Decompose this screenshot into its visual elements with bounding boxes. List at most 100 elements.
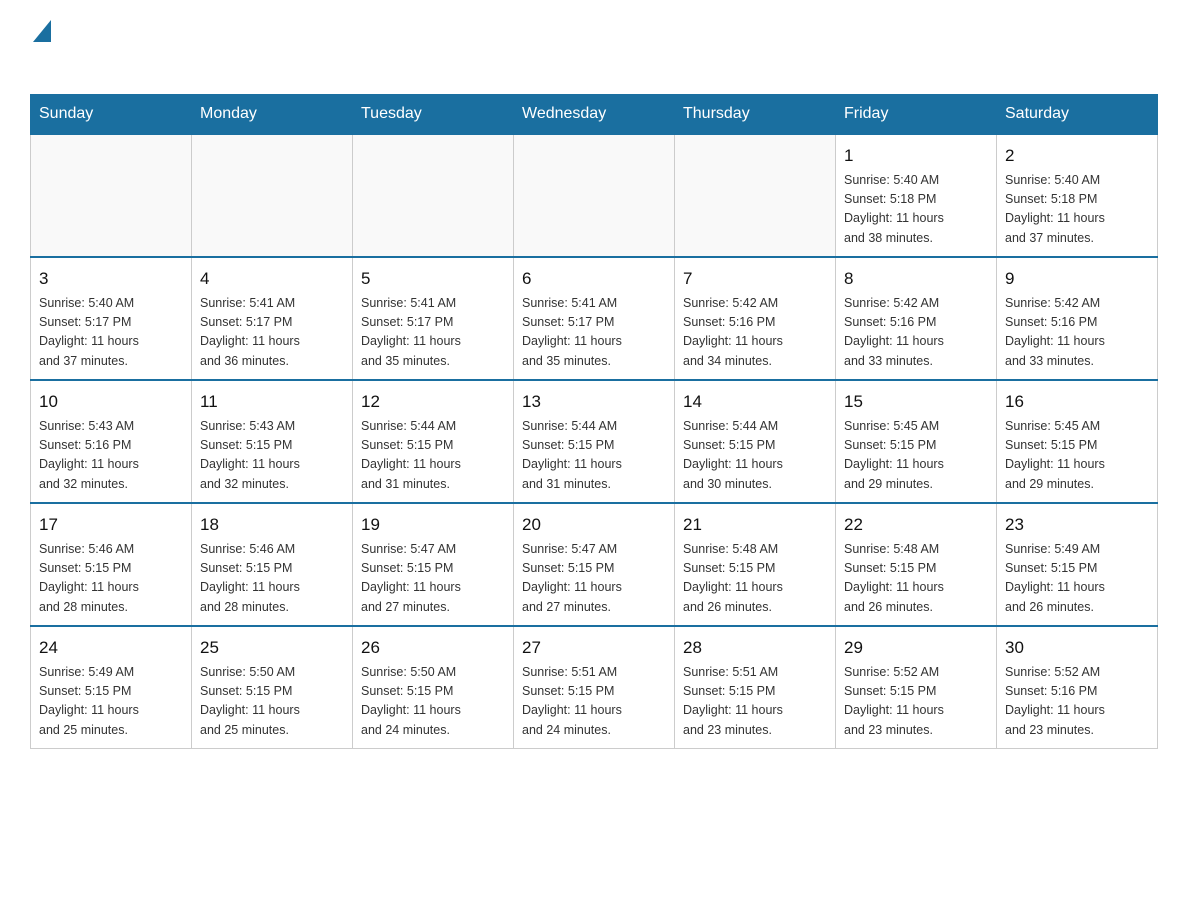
calendar-cell: 14Sunrise: 5:44 AM Sunset: 5:15 PM Dayli… [675, 380, 836, 503]
day-number: 11 [200, 389, 344, 415]
day-info: Sunrise: 5:47 AM Sunset: 5:15 PM Dayligh… [522, 540, 666, 618]
day-number: 1 [844, 143, 988, 169]
day-number: 14 [683, 389, 827, 415]
day-number: 23 [1005, 512, 1149, 538]
day-info: Sunrise: 5:41 AM Sunset: 5:17 PM Dayligh… [361, 294, 505, 372]
day-number: 5 [361, 266, 505, 292]
calendar-cell: 22Sunrise: 5:48 AM Sunset: 5:15 PM Dayli… [836, 503, 997, 626]
calendar-cell: 25Sunrise: 5:50 AM Sunset: 5:15 PM Dayli… [192, 626, 353, 749]
calendar-cell: 13Sunrise: 5:44 AM Sunset: 5:15 PM Dayli… [514, 380, 675, 503]
day-number: 30 [1005, 635, 1149, 661]
day-info: Sunrise: 5:42 AM Sunset: 5:16 PM Dayligh… [1005, 294, 1149, 372]
day-info: Sunrise: 5:51 AM Sunset: 5:15 PM Dayligh… [522, 663, 666, 741]
day-info: Sunrise: 5:41 AM Sunset: 5:17 PM Dayligh… [200, 294, 344, 372]
weekday-header-saturday: Saturday [997, 95, 1158, 135]
day-info: Sunrise: 5:51 AM Sunset: 5:15 PM Dayligh… [683, 663, 827, 741]
calendar-cell [192, 134, 353, 257]
calendar-cell: 26Sunrise: 5:50 AM Sunset: 5:15 PM Dayli… [353, 626, 514, 749]
calendar-cell: 28Sunrise: 5:51 AM Sunset: 5:15 PM Dayli… [675, 626, 836, 749]
calendar-cell: 18Sunrise: 5:46 AM Sunset: 5:15 PM Dayli… [192, 503, 353, 626]
logo [30, 20, 53, 74]
day-info: Sunrise: 5:40 AM Sunset: 5:18 PM Dayligh… [844, 171, 988, 249]
day-info: Sunrise: 5:44 AM Sunset: 5:15 PM Dayligh… [522, 417, 666, 495]
calendar-cell [353, 134, 514, 257]
day-number: 28 [683, 635, 827, 661]
day-info: Sunrise: 5:42 AM Sunset: 5:16 PM Dayligh… [844, 294, 988, 372]
day-info: Sunrise: 5:47 AM Sunset: 5:15 PM Dayligh… [361, 540, 505, 618]
calendar-week-row: 17Sunrise: 5:46 AM Sunset: 5:15 PM Dayli… [31, 503, 1158, 626]
day-number: 29 [844, 635, 988, 661]
weekday-header-tuesday: Tuesday [353, 95, 514, 135]
calendar-cell: 8Sunrise: 5:42 AM Sunset: 5:16 PM Daylig… [836, 257, 997, 380]
calendar-week-row: 1Sunrise: 5:40 AM Sunset: 5:18 PM Daylig… [31, 134, 1158, 257]
calendar-week-row: 24Sunrise: 5:49 AM Sunset: 5:15 PM Dayli… [31, 626, 1158, 749]
day-number: 3 [39, 266, 183, 292]
day-number: 19 [361, 512, 505, 538]
calendar-cell: 29Sunrise: 5:52 AM Sunset: 5:15 PM Dayli… [836, 626, 997, 749]
day-number: 22 [844, 512, 988, 538]
calendar-cell: 4Sunrise: 5:41 AM Sunset: 5:17 PM Daylig… [192, 257, 353, 380]
day-number: 7 [683, 266, 827, 292]
weekday-header-sunday: Sunday [31, 95, 192, 135]
day-info: Sunrise: 5:43 AM Sunset: 5:15 PM Dayligh… [200, 417, 344, 495]
calendar-cell: 1Sunrise: 5:40 AM Sunset: 5:18 PM Daylig… [836, 134, 997, 257]
calendar-cell: 9Sunrise: 5:42 AM Sunset: 5:16 PM Daylig… [997, 257, 1158, 380]
day-info: Sunrise: 5:48 AM Sunset: 5:15 PM Dayligh… [683, 540, 827, 618]
calendar-cell: 3Sunrise: 5:40 AM Sunset: 5:17 PM Daylig… [31, 257, 192, 380]
day-number: 4 [200, 266, 344, 292]
day-info: Sunrise: 5:48 AM Sunset: 5:15 PM Dayligh… [844, 540, 988, 618]
day-number: 20 [522, 512, 666, 538]
day-info: Sunrise: 5:45 AM Sunset: 5:15 PM Dayligh… [1005, 417, 1149, 495]
day-number: 15 [844, 389, 988, 415]
day-info: Sunrise: 5:50 AM Sunset: 5:15 PM Dayligh… [361, 663, 505, 741]
calendar-header-row: SundayMondayTuesdayWednesdayThursdayFrid… [31, 95, 1158, 135]
calendar-cell: 27Sunrise: 5:51 AM Sunset: 5:15 PM Dayli… [514, 626, 675, 749]
day-number: 25 [200, 635, 344, 661]
page-header [30, 20, 1158, 74]
weekday-header-monday: Monday [192, 95, 353, 135]
day-info: Sunrise: 5:49 AM Sunset: 5:15 PM Dayligh… [1005, 540, 1149, 618]
calendar-cell: 17Sunrise: 5:46 AM Sunset: 5:15 PM Dayli… [31, 503, 192, 626]
weekday-header-friday: Friday [836, 95, 997, 135]
calendar-cell: 15Sunrise: 5:45 AM Sunset: 5:15 PM Dayli… [836, 380, 997, 503]
calendar-cell [514, 134, 675, 257]
calendar-cell: 23Sunrise: 5:49 AM Sunset: 5:15 PM Dayli… [997, 503, 1158, 626]
weekday-header-thursday: Thursday [675, 95, 836, 135]
day-number: 17 [39, 512, 183, 538]
day-number: 18 [200, 512, 344, 538]
calendar-cell: 19Sunrise: 5:47 AM Sunset: 5:15 PM Dayli… [353, 503, 514, 626]
day-info: Sunrise: 5:50 AM Sunset: 5:15 PM Dayligh… [200, 663, 344, 741]
day-number: 2 [1005, 143, 1149, 169]
day-info: Sunrise: 5:44 AM Sunset: 5:15 PM Dayligh… [683, 417, 827, 495]
calendar-cell: 11Sunrise: 5:43 AM Sunset: 5:15 PM Dayli… [192, 380, 353, 503]
day-info: Sunrise: 5:52 AM Sunset: 5:15 PM Dayligh… [844, 663, 988, 741]
day-info: Sunrise: 5:49 AM Sunset: 5:15 PM Dayligh… [39, 663, 183, 741]
day-info: Sunrise: 5:43 AM Sunset: 5:16 PM Dayligh… [39, 417, 183, 495]
day-info: Sunrise: 5:52 AM Sunset: 5:16 PM Dayligh… [1005, 663, 1149, 741]
calendar-week-row: 3Sunrise: 5:40 AM Sunset: 5:17 PM Daylig… [31, 257, 1158, 380]
day-info: Sunrise: 5:40 AM Sunset: 5:18 PM Dayligh… [1005, 171, 1149, 249]
day-info: Sunrise: 5:41 AM Sunset: 5:17 PM Dayligh… [522, 294, 666, 372]
calendar-cell: 5Sunrise: 5:41 AM Sunset: 5:17 PM Daylig… [353, 257, 514, 380]
day-number: 13 [522, 389, 666, 415]
calendar-cell: 30Sunrise: 5:52 AM Sunset: 5:16 PM Dayli… [997, 626, 1158, 749]
day-number: 26 [361, 635, 505, 661]
day-number: 12 [361, 389, 505, 415]
day-info: Sunrise: 5:42 AM Sunset: 5:16 PM Dayligh… [683, 294, 827, 372]
day-number: 27 [522, 635, 666, 661]
day-number: 10 [39, 389, 183, 415]
day-info: Sunrise: 5:40 AM Sunset: 5:17 PM Dayligh… [39, 294, 183, 372]
calendar-cell: 12Sunrise: 5:44 AM Sunset: 5:15 PM Dayli… [353, 380, 514, 503]
calendar-cell: 21Sunrise: 5:48 AM Sunset: 5:15 PM Dayli… [675, 503, 836, 626]
day-number: 6 [522, 266, 666, 292]
day-number: 24 [39, 635, 183, 661]
calendar-cell: 10Sunrise: 5:43 AM Sunset: 5:16 PM Dayli… [31, 380, 192, 503]
day-number: 21 [683, 512, 827, 538]
day-number: 8 [844, 266, 988, 292]
day-info: Sunrise: 5:45 AM Sunset: 5:15 PM Dayligh… [844, 417, 988, 495]
day-number: 16 [1005, 389, 1149, 415]
calendar-cell: 6Sunrise: 5:41 AM Sunset: 5:17 PM Daylig… [514, 257, 675, 380]
calendar-cell: 16Sunrise: 5:45 AM Sunset: 5:15 PM Dayli… [997, 380, 1158, 503]
day-info: Sunrise: 5:44 AM Sunset: 5:15 PM Dayligh… [361, 417, 505, 495]
calendar-cell [31, 134, 192, 257]
